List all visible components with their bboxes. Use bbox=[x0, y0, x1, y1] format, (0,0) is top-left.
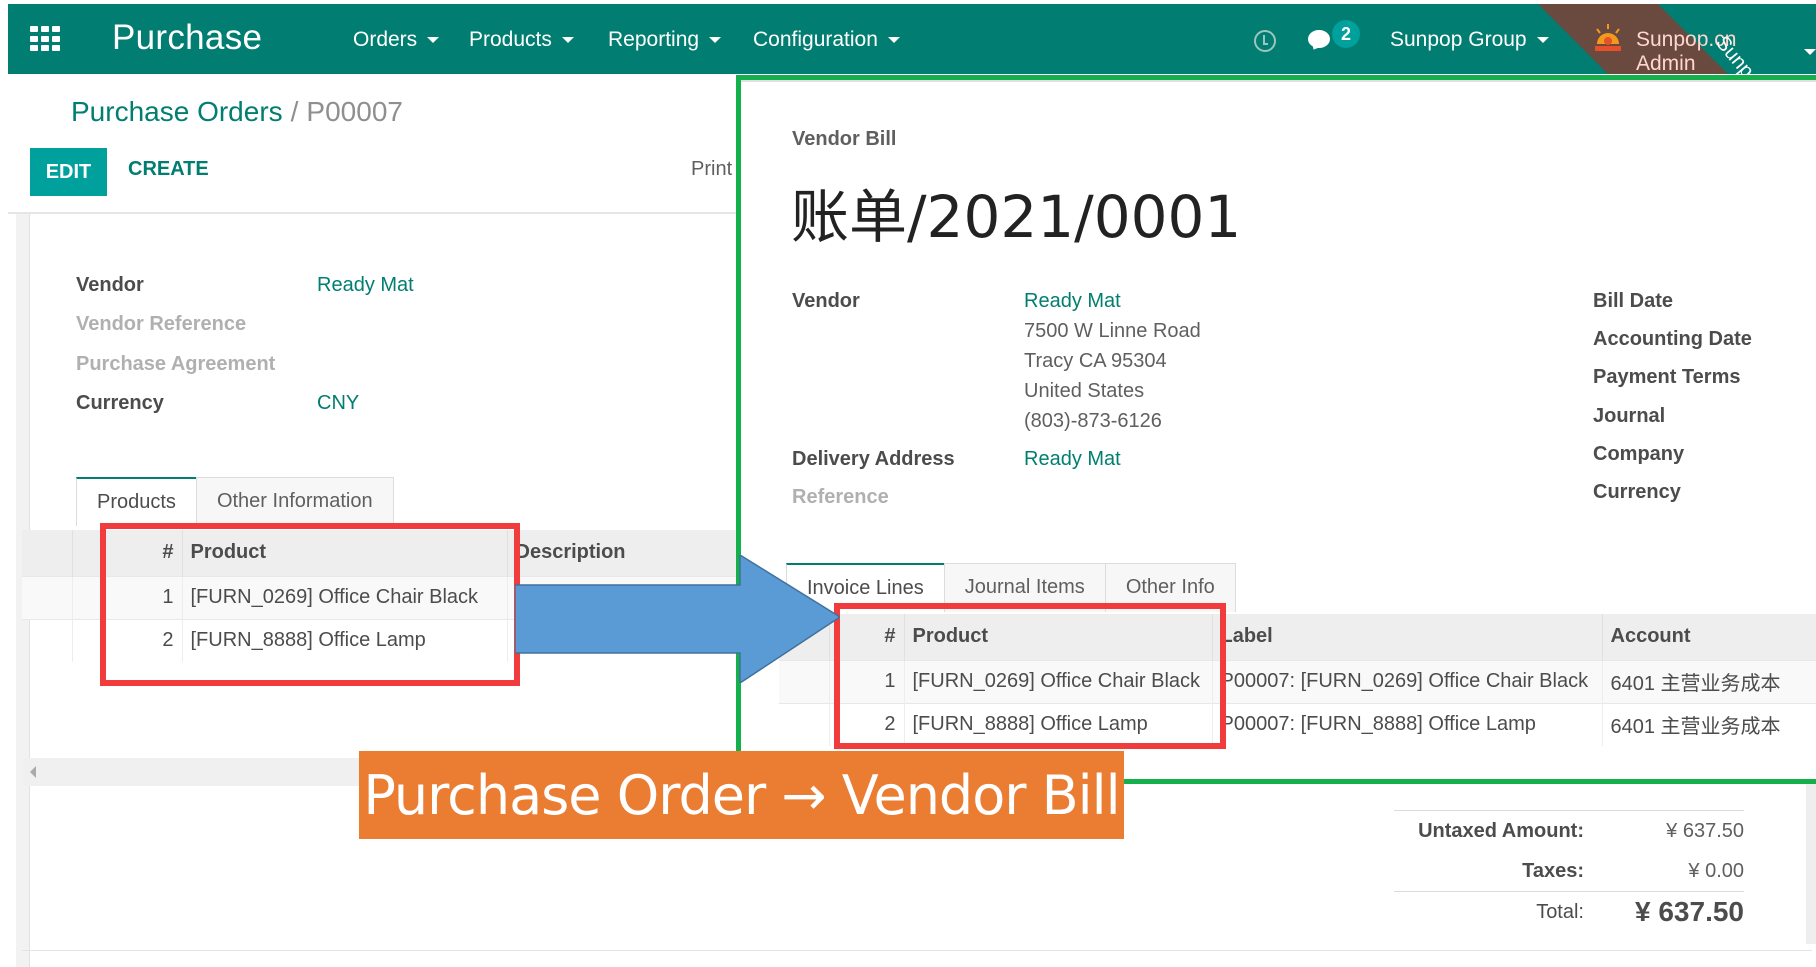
highlight-po-products bbox=[100, 523, 520, 686]
right-arrow-icon bbox=[515, 555, 840, 683]
row-account[interactable]: 6401 主营业务成本 bbox=[1602, 659, 1816, 703]
bill-vendor-value[interactable]: Ready Mat bbox=[1024, 290, 1121, 313]
annotation-banner: Purchase Order → Vendor Bill bbox=[359, 751, 1124, 839]
row-handle bbox=[22, 575, 73, 619]
bill-vendor-label: Vendor bbox=[792, 290, 860, 312]
menu-label: Reporting bbox=[608, 28, 700, 51]
edit-button[interactable]: EDIT bbox=[30, 148, 107, 196]
untaxed-amount-row: Untaxed Amount: ¥ 637.50 bbox=[1394, 811, 1744, 851]
taxes-row: Taxes: ¥ 0.00 bbox=[1394, 851, 1744, 891]
bill-name: 账单/2021/0001 bbox=[791, 183, 1242, 251]
control-panel-divider bbox=[8, 212, 740, 214]
currency-value[interactable]: CNY bbox=[317, 392, 359, 415]
untaxed-amount-label: Untaxed Amount: bbox=[1418, 819, 1584, 842]
currency-label: Currency bbox=[76, 392, 164, 414]
column-handle bbox=[22, 530, 73, 576]
apps-menu-icon[interactable] bbox=[30, 26, 60, 52]
chat-badge: 2 bbox=[1332, 20, 1360, 48]
journal-label: Journal bbox=[1593, 405, 1666, 427]
purchase-agreement-label: Purchase Agreement bbox=[76, 353, 276, 375]
row-label[interactable]: P00007: [FURN_8888] Office Lamp bbox=[1212, 702, 1603, 746]
untaxed-amount-value: ¥ 637.50 bbox=[1666, 819, 1744, 842]
print-button[interactable]: Print bbox=[691, 158, 732, 181]
panel-top-divider bbox=[741, 80, 1816, 82]
total-row: Total: ¥ 637.50 bbox=[1394, 892, 1744, 932]
company-label: Company bbox=[1593, 443, 1685, 465]
taxes-label: Taxes: bbox=[1522, 859, 1584, 882]
bill-date-label: Bill Date bbox=[1593, 290, 1674, 312]
top-navbar: Purchase Orders Products Reporting Confi… bbox=[8, 4, 1816, 99]
row-account[interactable]: 6401 主营业务成本 bbox=[1602, 702, 1816, 746]
vendor-value[interactable]: Ready Mat bbox=[317, 274, 414, 297]
vendor-address-line: Tracy CA 95304 bbox=[1024, 350, 1167, 372]
sheet-bottom-border bbox=[22, 950, 1812, 951]
tab-products[interactable]: Products bbox=[76, 477, 197, 526]
menu-products[interactable]: Products bbox=[469, 28, 574, 52]
row-label[interactable]: P00007: [FURN_0269] Office Chair Black bbox=[1212, 659, 1603, 703]
delivery-address-label: Delivery Address bbox=[792, 448, 955, 470]
breadcrumb-current: P00007 bbox=[306, 96, 403, 127]
breadcrumb-purchase-orders[interactable]: Purchase Orders bbox=[71, 96, 283, 127]
breadcrumb: Purchase Orders / P00007 bbox=[71, 96, 403, 128]
caret-down-icon bbox=[561, 37, 574, 43]
reference-label: Reference bbox=[792, 486, 889, 508]
vendor-address-line: 7500 W Linne Road bbox=[1024, 320, 1201, 342]
row-handle bbox=[22, 618, 73, 662]
app-name[interactable]: Purchase bbox=[112, 18, 262, 58]
taxes-value: ¥ 0.00 bbox=[1688, 859, 1744, 882]
accounting-date-label: Accounting Date bbox=[1593, 328, 1752, 350]
bill-totals: Untaxed Amount: ¥ 637.50 Taxes: ¥ 0.00 T… bbox=[1394, 810, 1744, 932]
chat-icon[interactable] bbox=[1308, 30, 1330, 48]
company-label: Sunpop Group bbox=[1390, 28, 1527, 51]
vendor-address-line: United States bbox=[1024, 380, 1145, 402]
bill-type-label: Vendor Bill bbox=[792, 128, 897, 150]
menu-label: Orders bbox=[353, 28, 418, 51]
menu-label: Configuration bbox=[753, 28, 878, 51]
tab-other-information[interactable]: Other Information bbox=[195, 477, 394, 526]
total-label: Total: bbox=[1536, 900, 1584, 923]
total-value: ¥ 637.50 bbox=[1635, 896, 1744, 927]
menu-label: Products bbox=[469, 28, 552, 51]
column-label[interactable]: Label bbox=[1212, 614, 1603, 660]
caret-down-icon bbox=[887, 37, 900, 43]
sunpop-logo-icon bbox=[1595, 24, 1621, 51]
currency-label: Currency bbox=[1593, 481, 1681, 503]
column-account[interactable]: Account bbox=[1602, 614, 1816, 660]
vendor-reference-label: Vendor Reference bbox=[76, 313, 247, 335]
menu-configuration[interactable]: Configuration bbox=[753, 28, 900, 52]
payment-terms-label: Payment Terms bbox=[1593, 366, 1741, 388]
breadcrumb-separator: / bbox=[290, 96, 299, 127]
activity-clock-icon[interactable] bbox=[1254, 30, 1276, 52]
highlight-bill-products bbox=[834, 603, 1226, 749]
delivery-address-value[interactable]: Ready Mat bbox=[1024, 448, 1121, 471]
vendor-label: Vendor bbox=[76, 274, 144, 296]
caret-down-icon bbox=[709, 37, 722, 43]
row-handle bbox=[779, 702, 830, 746]
menu-orders[interactable]: Orders bbox=[353, 28, 440, 52]
scroll-left-icon[interactable] bbox=[30, 766, 36, 778]
caret-down-icon bbox=[427, 37, 440, 43]
create-button[interactable]: CREATE bbox=[128, 158, 209, 181]
menu-reporting[interactable]: Reporting bbox=[608, 28, 722, 52]
vertical-scrollbar[interactable] bbox=[1806, 784, 1816, 944]
vendor-phone: (803)-873-6126 bbox=[1024, 410, 1162, 432]
caret-down-icon bbox=[1804, 49, 1816, 55]
po-notebook-tabs: Products Other Information bbox=[76, 477, 394, 526]
